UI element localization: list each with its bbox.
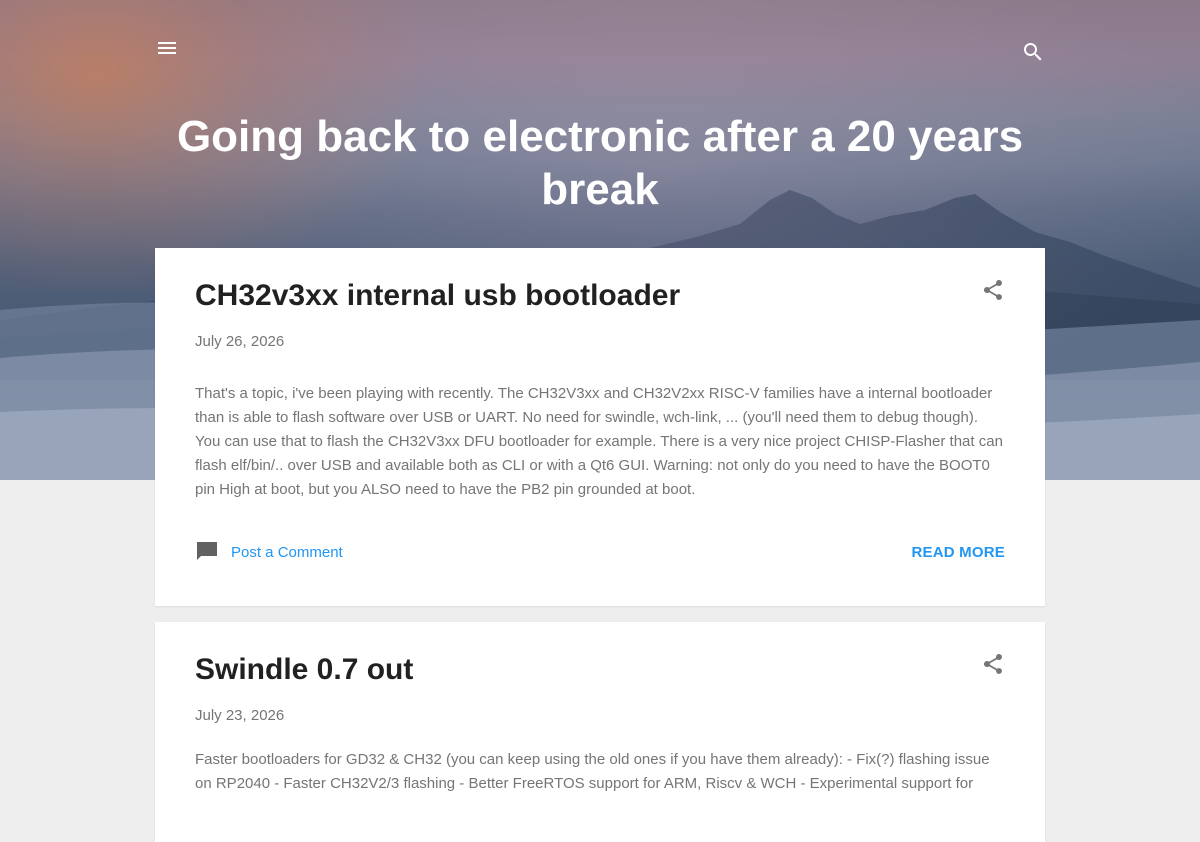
comment-label: Post a Comment <box>231 543 343 561</box>
comment-icon <box>197 542 217 560</box>
search-icon[interactable] <box>1021 40 1045 64</box>
post-comment-link[interactable]: Post a Comment <box>195 540 343 564</box>
share-icon[interactable] <box>981 652 1005 676</box>
read-more-button[interactable]: READ MORE <box>912 544 1005 561</box>
post-title[interactable]: CH32v3xx internal usb bootloader <box>195 278 680 314</box>
post-card: Swindle 0.7 out July 23, 2026 Faster boo… <box>155 622 1045 842</box>
header-bar <box>155 36 1045 68</box>
post-date: July 26, 2026 <box>195 333 285 350</box>
post-card: CH32v3xx internal usb bootloader July 26… <box>155 248 1045 606</box>
post-footer: Post a Comment READ MORE <box>195 540 1005 566</box>
blog-title[interactable]: Going back to electronic after a 20 year… <box>155 110 1045 216</box>
post-snippet: Faster bootloaders for GD32 & CH32 (you … <box>195 751 990 792</box>
post-date: July 23, 2026 <box>195 707 285 724</box>
post-snippet: That's a topic, i've been playing with r… <box>195 385 1003 498</box>
post-title[interactable]: Swindle 0.7 out <box>195 652 413 688</box>
menu-icon[interactable] <box>155 36 179 60</box>
share-icon[interactable] <box>981 278 1005 302</box>
